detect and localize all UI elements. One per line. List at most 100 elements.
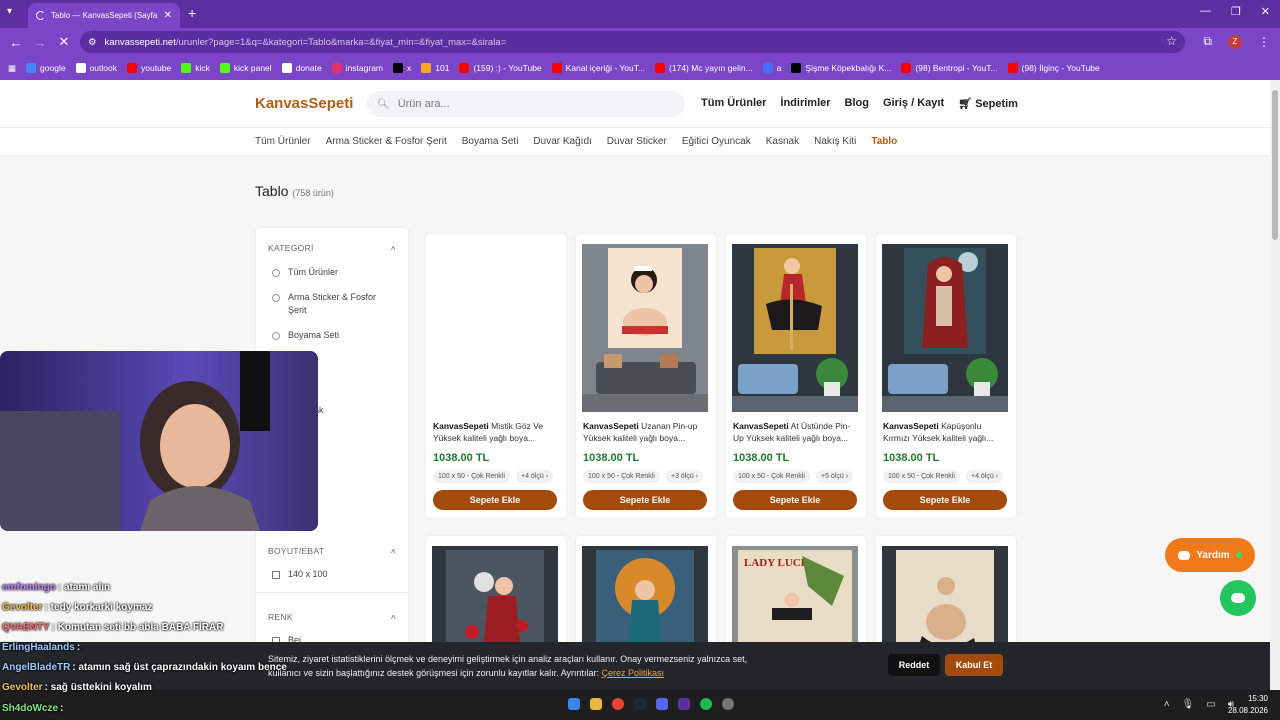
add-to-cart-button[interactable]: Sepete Ekle xyxy=(583,490,707,510)
product-image[interactable] xyxy=(732,244,858,412)
category-link[interactable]: Nakış Kiti xyxy=(814,136,856,147)
size-pill[interactable]: 100 x 50 - Çok Renkli xyxy=(883,470,960,483)
spotify-icon[interactable] xyxy=(700,698,712,710)
radio-button[interactable] xyxy=(272,332,280,340)
radio-button[interactable] xyxy=(272,269,280,277)
search-box[interactable]: 🔍︎ xyxy=(367,91,685,117)
extensions-icon[interactable]: ⧉ xyxy=(1203,34,1212,49)
new-tab-button[interactable]: + xyxy=(188,5,196,21)
product-image[interactable] xyxy=(432,546,558,646)
filter-option[interactable]: Arma Sticker & Fosfor Şerit xyxy=(256,291,396,317)
help-button[interactable]: Yardım xyxy=(1165,538,1255,572)
bookmark-item[interactable]: google xyxy=(26,63,66,73)
obs-icon[interactable] xyxy=(722,698,734,710)
bookmark-item[interactable]: (174) Mc yayın gelin... xyxy=(655,63,753,73)
category-link[interactable]: Tablo xyxy=(871,136,897,147)
search-input[interactable] xyxy=(397,98,658,110)
size-pill[interactable]: 100 x 50 - Çok Renkli xyxy=(583,470,660,483)
category-link[interactable]: Boyama Seti xyxy=(462,136,519,147)
add-to-cart-button[interactable]: Sepete Ekle xyxy=(883,490,1007,510)
product-image[interactable] xyxy=(432,244,558,412)
cookie-policy-link[interactable]: Çerez Politikası xyxy=(602,668,665,678)
apps-grid-icon[interactable]: ▦ xyxy=(8,63,16,74)
size-pill[interactable]: 100 x 50 - Çok Renkli xyxy=(733,470,810,483)
radio-button[interactable] xyxy=(272,294,280,302)
bookmark-item[interactable]: Kanal içeriği - YouT... xyxy=(551,63,645,73)
product-card[interactable]: KanvasSepeti At Üstünde Pin- Up Yüksek ka… xyxy=(726,234,866,518)
more-sizes-pill[interactable]: +3 ölçü › xyxy=(666,470,704,483)
nav-blog[interactable]: Blog xyxy=(845,97,869,110)
filter-option[interactable]: 140 x 100 xyxy=(256,568,344,581)
bookmark-item[interactable]: donate xyxy=(281,63,322,73)
bookmark-item[interactable]: a xyxy=(762,63,781,73)
category-link[interactable]: Duvar Kağıdı xyxy=(533,136,591,147)
nav-all-products[interactable]: Tüm Ürünler xyxy=(701,97,766,110)
product-image[interactable] xyxy=(582,546,708,646)
checkbox[interactable] xyxy=(272,571,280,579)
tab-close-icon[interactable]: ✕ xyxy=(164,10,172,21)
app-icon[interactable] xyxy=(678,698,690,710)
product-card[interactable]: LADY LUCK xyxy=(726,536,866,646)
site-logo[interactable]: KanvasSepeti xyxy=(255,95,353,112)
tray-chevron-icon[interactable]: ˄ xyxy=(1164,699,1170,710)
bookmark-item[interactable]: (98) İlginç - YouTube xyxy=(1007,63,1100,73)
maximize-icon[interactable]: ❐ xyxy=(1231,5,1241,18)
forward-icon[interactable]: → xyxy=(28,35,52,50)
tab-search-icon[interactable]: ▾ xyxy=(7,6,12,17)
filter-option[interactable]: Tüm Ürünler xyxy=(256,266,396,279)
chrome-icon[interactable] xyxy=(612,698,624,710)
browser-tab-active[interactable]: Tablo — KanvasSepeti (Sayfa 1 ✕ xyxy=(28,3,180,28)
scrollbar-thumb[interactable] xyxy=(1272,90,1278,240)
menu-kebab-icon[interactable]: ⋮ xyxy=(1258,35,1270,49)
bookmark-item[interactable]: (159) :) - YouTube xyxy=(459,63,542,73)
product-card[interactable]: KanvasSepeti Mistik Göz Ve Yüksek kalitel… xyxy=(426,234,566,518)
site-info-icon[interactable]: ⚙ xyxy=(88,37,97,48)
stop-loading-icon[interactable]: ✕ xyxy=(52,34,76,50)
product-image[interactable] xyxy=(582,244,708,412)
nav-login[interactable]: Giriş / Kayıt xyxy=(883,97,944,110)
bookmark-item[interactable]: youtube xyxy=(126,63,171,73)
product-image[interactable] xyxy=(882,546,1008,646)
product-card[interactable] xyxy=(426,536,566,646)
bookmark-item[interactable]: kick xyxy=(181,63,210,73)
more-sizes-pill[interactable]: +4 ölçü › xyxy=(516,470,554,483)
bookmark-item[interactable]: (98) Bentropi - YouT... xyxy=(901,63,998,73)
mic-icon[interactable]: 🎙︎ xyxy=(1182,699,1195,710)
page-scrollbar[interactable] xyxy=(1270,80,1280,690)
product-card[interactable] xyxy=(576,536,716,646)
category-link[interactable]: Tüm Ürünler xyxy=(255,136,311,147)
address-bar[interactable]: ⚙ kanvassepeti.net/urunler?page=1&q=&kat… xyxy=(80,31,1185,53)
bookmark-item[interactable]: instagram xyxy=(331,63,383,73)
product-image[interactable] xyxy=(882,244,1008,412)
product-card[interactable] xyxy=(876,536,1016,646)
category-link[interactable]: Arma Sticker & Fosfor Şerit xyxy=(326,136,447,147)
nav-discounts[interactable]: İndirimler xyxy=(780,97,830,110)
bookmark-item[interactable]: x xyxy=(393,63,411,73)
product-card[interactable]: KanvasSepeti Uzanan Pin-up Yüksek kalitel… xyxy=(576,234,716,518)
add-to-cart-button[interactable]: Sepete Ekle xyxy=(733,490,857,510)
product-image[interactable]: LADY LUCK xyxy=(732,546,858,646)
bookmark-item[interactable]: outlook xyxy=(75,63,117,73)
close-window-icon[interactable]: ✕ xyxy=(1261,5,1270,18)
back-icon[interactable]: ← xyxy=(4,35,28,50)
bookmark-item[interactable]: Şişme Köpekbalığı K... xyxy=(791,63,891,73)
network-icon[interactable]: ▭ xyxy=(1206,699,1215,710)
more-sizes-pill[interactable]: +5 ölçü › xyxy=(816,470,854,483)
live-chat-button[interactable] xyxy=(1220,580,1256,616)
filter-section-renk[interactable]: RENK ˄ xyxy=(256,612,408,622)
product-card[interactable]: KanvasSepeti Kapüşonlu Kırmızı Yüksek kal… xyxy=(876,234,1016,518)
more-sizes-pill[interactable]: +4 ölçü › xyxy=(966,470,1004,483)
category-link[interactable]: Eğitici Oyuncak xyxy=(682,136,751,147)
steam-icon[interactable] xyxy=(634,698,646,710)
system-clock[interactable]: 15:30 28.08.2026 xyxy=(1228,693,1268,717)
filter-option[interactable]: Boyama Seti xyxy=(256,329,396,342)
discord-icon[interactable] xyxy=(656,698,668,710)
nav-cart[interactable]: 🛒︎ Sepetim xyxy=(958,97,1018,110)
add-to-cart-button[interactable]: Sepete Ekle xyxy=(433,490,557,510)
category-link[interactable]: Duvar Sticker xyxy=(607,136,667,147)
filter-section-boyut[interactable]: BOYUT/EBAT ˄ xyxy=(256,546,408,556)
bookmark-item[interactable]: kick panel xyxy=(219,63,272,73)
bookmark-item[interactable]: 101 xyxy=(421,63,449,73)
minimize-icon[interactable]: — xyxy=(1200,5,1211,18)
category-link[interactable]: Kasnak xyxy=(766,136,799,147)
